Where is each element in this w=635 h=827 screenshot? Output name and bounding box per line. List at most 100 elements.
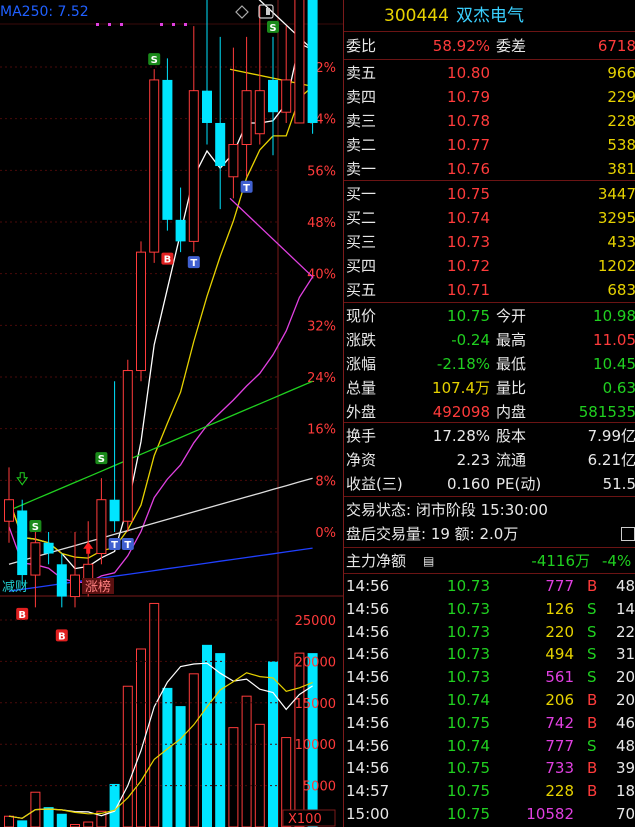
buy-row[interactable]: 买五 10.71 683 (344, 278, 635, 302)
tick-volume: 777 (545, 577, 574, 595)
sell-row[interactable]: 卖二 10.77 538 (344, 133, 635, 157)
tick-row: 14:57 10.75 228 B 18 (344, 780, 635, 803)
list-icon[interactable]: ▤ (423, 549, 434, 573)
candle-body (228, 144, 239, 178)
sell-row[interactable]: 卖五 10.80 966 (344, 61, 635, 85)
candle-body (307, 0, 318, 123)
tick-row: 14:56 10.73 220 S 22 (344, 621, 635, 644)
sell-volume: 966 (607, 64, 635, 82)
stat-label: 今开 (496, 307, 527, 325)
fund-row: 收益(三) 0.160 PE(动) 51.5 (344, 472, 635, 496)
buy-marker-letter: B (18, 610, 26, 621)
grid-icon[interactable] (621, 527, 635, 541)
ma250-label: MA250: 7.52 (0, 4, 89, 20)
buy-price: 10.71 (447, 281, 490, 299)
main-net-row[interactable]: 主力净额 ▤ -4116万 -4% (344, 549, 635, 573)
candle-body (56, 564, 67, 597)
tick-side: B (587, 713, 598, 732)
volume-bar (83, 821, 94, 827)
tick-side: B (587, 782, 598, 801)
tick-volume: 10582 (526, 805, 574, 823)
sell-volume: 381 (607, 160, 635, 178)
stock-code: 300444 (384, 6, 449, 26)
stat-label: 外盘 (346, 403, 377, 421)
candle-body (17, 510, 28, 576)
tick-row: 14:56 10.73 561 S 20 (344, 666, 635, 689)
tick-volume: 206 (545, 691, 574, 709)
tick-volume: 220 (545, 622, 574, 641)
sell-row[interactable]: 卖一 10.76 381 (344, 157, 635, 181)
buy-row[interactable]: 买一 10.75 3447 (344, 182, 635, 206)
volume-bar (17, 820, 28, 827)
candle-body (294, 0, 305, 124)
stock-header[interactable]: 300444 双杰电气 (344, 4, 635, 28)
volume-bar (202, 644, 212, 827)
volume-bar (175, 706, 186, 827)
fund-value: 2.23 (456, 451, 490, 469)
tick-volume: 126 (545, 599, 574, 618)
stat-label: 现价 (346, 307, 377, 325)
stat-label: 涨跌 (346, 331, 377, 349)
fund-row: 换手 17.28% 股本 7.99亿 (344, 424, 635, 448)
buy-row[interactable]: 买二 10.74 3295 (344, 206, 635, 230)
tick-volume: 561 (545, 668, 574, 687)
event-dot (108, 23, 111, 26)
tick-count: 48 (616, 577, 635, 595)
after-hours: 盘后交易量: 19 额: 2.0万 (346, 525, 519, 543)
sell-price: 10.80 (447, 64, 490, 82)
sell-row[interactable]: 卖四 10.79 229 (344, 85, 635, 109)
weicha-value: 6718 (597, 37, 635, 55)
volume-bar (215, 653, 226, 827)
candle-body (30, 542, 41, 576)
event-dot (120, 23, 123, 26)
ma10-line (8, 68, 314, 559)
candle-body (268, 79, 278, 113)
candle-body (149, 79, 160, 253)
down-arrow-icon (16, 472, 29, 486)
tick-time: 14:56 (346, 759, 390, 778)
volume-bar (188, 673, 199, 827)
tick-volume: 228 (545, 782, 574, 801)
buy-price: 10.72 (447, 257, 490, 275)
sell-row[interactable]: 卖三 10.78 228 (344, 109, 635, 133)
pct-tick-label: 48% (307, 216, 336, 231)
stat-value: 492098 (432, 403, 490, 421)
candle-body (43, 542, 54, 554)
tick-time: 14:57 (346, 782, 390, 801)
event-dot (172, 23, 175, 26)
buy-label: 买二 (346, 209, 377, 227)
tick-price: 10.75 (447, 782, 490, 801)
volume-bar (4, 815, 14, 827)
tick-time: 14:56 (346, 577, 390, 595)
sell-price: 10.77 (447, 136, 490, 154)
fund-label: 换手 (346, 427, 377, 445)
pct-tick-label: 0% (315, 526, 336, 541)
stat-label: 量比 (496, 379, 527, 397)
kline-chart[interactable]: 72%64%56%48%40%32%24%16%8%0% 12.90BBTBTT… (0, 0, 343, 827)
buy-row[interactable]: 买三 10.73 433 (344, 230, 635, 254)
volume-bar (162, 687, 173, 827)
reduce-badge: 减财 (2, 580, 28, 595)
fund-label: 净资 (346, 451, 377, 469)
tick-count: 18 (616, 782, 635, 801)
stat-label: 内盘 (496, 403, 527, 421)
t-marker-letter: T (124, 540, 131, 551)
stat-row: 总量 107.4万 量比 0.63 (344, 376, 635, 400)
tick-side: B (587, 691, 598, 709)
stat-label: 最高 (496, 331, 527, 349)
candle-body (175, 219, 186, 242)
tick-time: 14:56 (346, 691, 390, 709)
candle-body (109, 499, 120, 522)
tick-price: 10.74 (447, 736, 490, 755)
buy-price: 10.73 (447, 233, 490, 251)
buy-marker-letter: B (58, 631, 66, 642)
stat-value: 581535 (578, 403, 635, 421)
tick-row: 14:56 10.74 206 B 20 (344, 689, 635, 712)
sell-volume: 538 (607, 136, 635, 154)
buy-row[interactable]: 买四 10.72 1202 (344, 254, 635, 278)
volume-bar (241, 695, 252, 827)
tick-time: 14:56 (346, 622, 390, 641)
main-net-pct: -4% (602, 552, 632, 570)
event-dot (184, 23, 187, 26)
buy-label: 买一 (346, 185, 377, 203)
